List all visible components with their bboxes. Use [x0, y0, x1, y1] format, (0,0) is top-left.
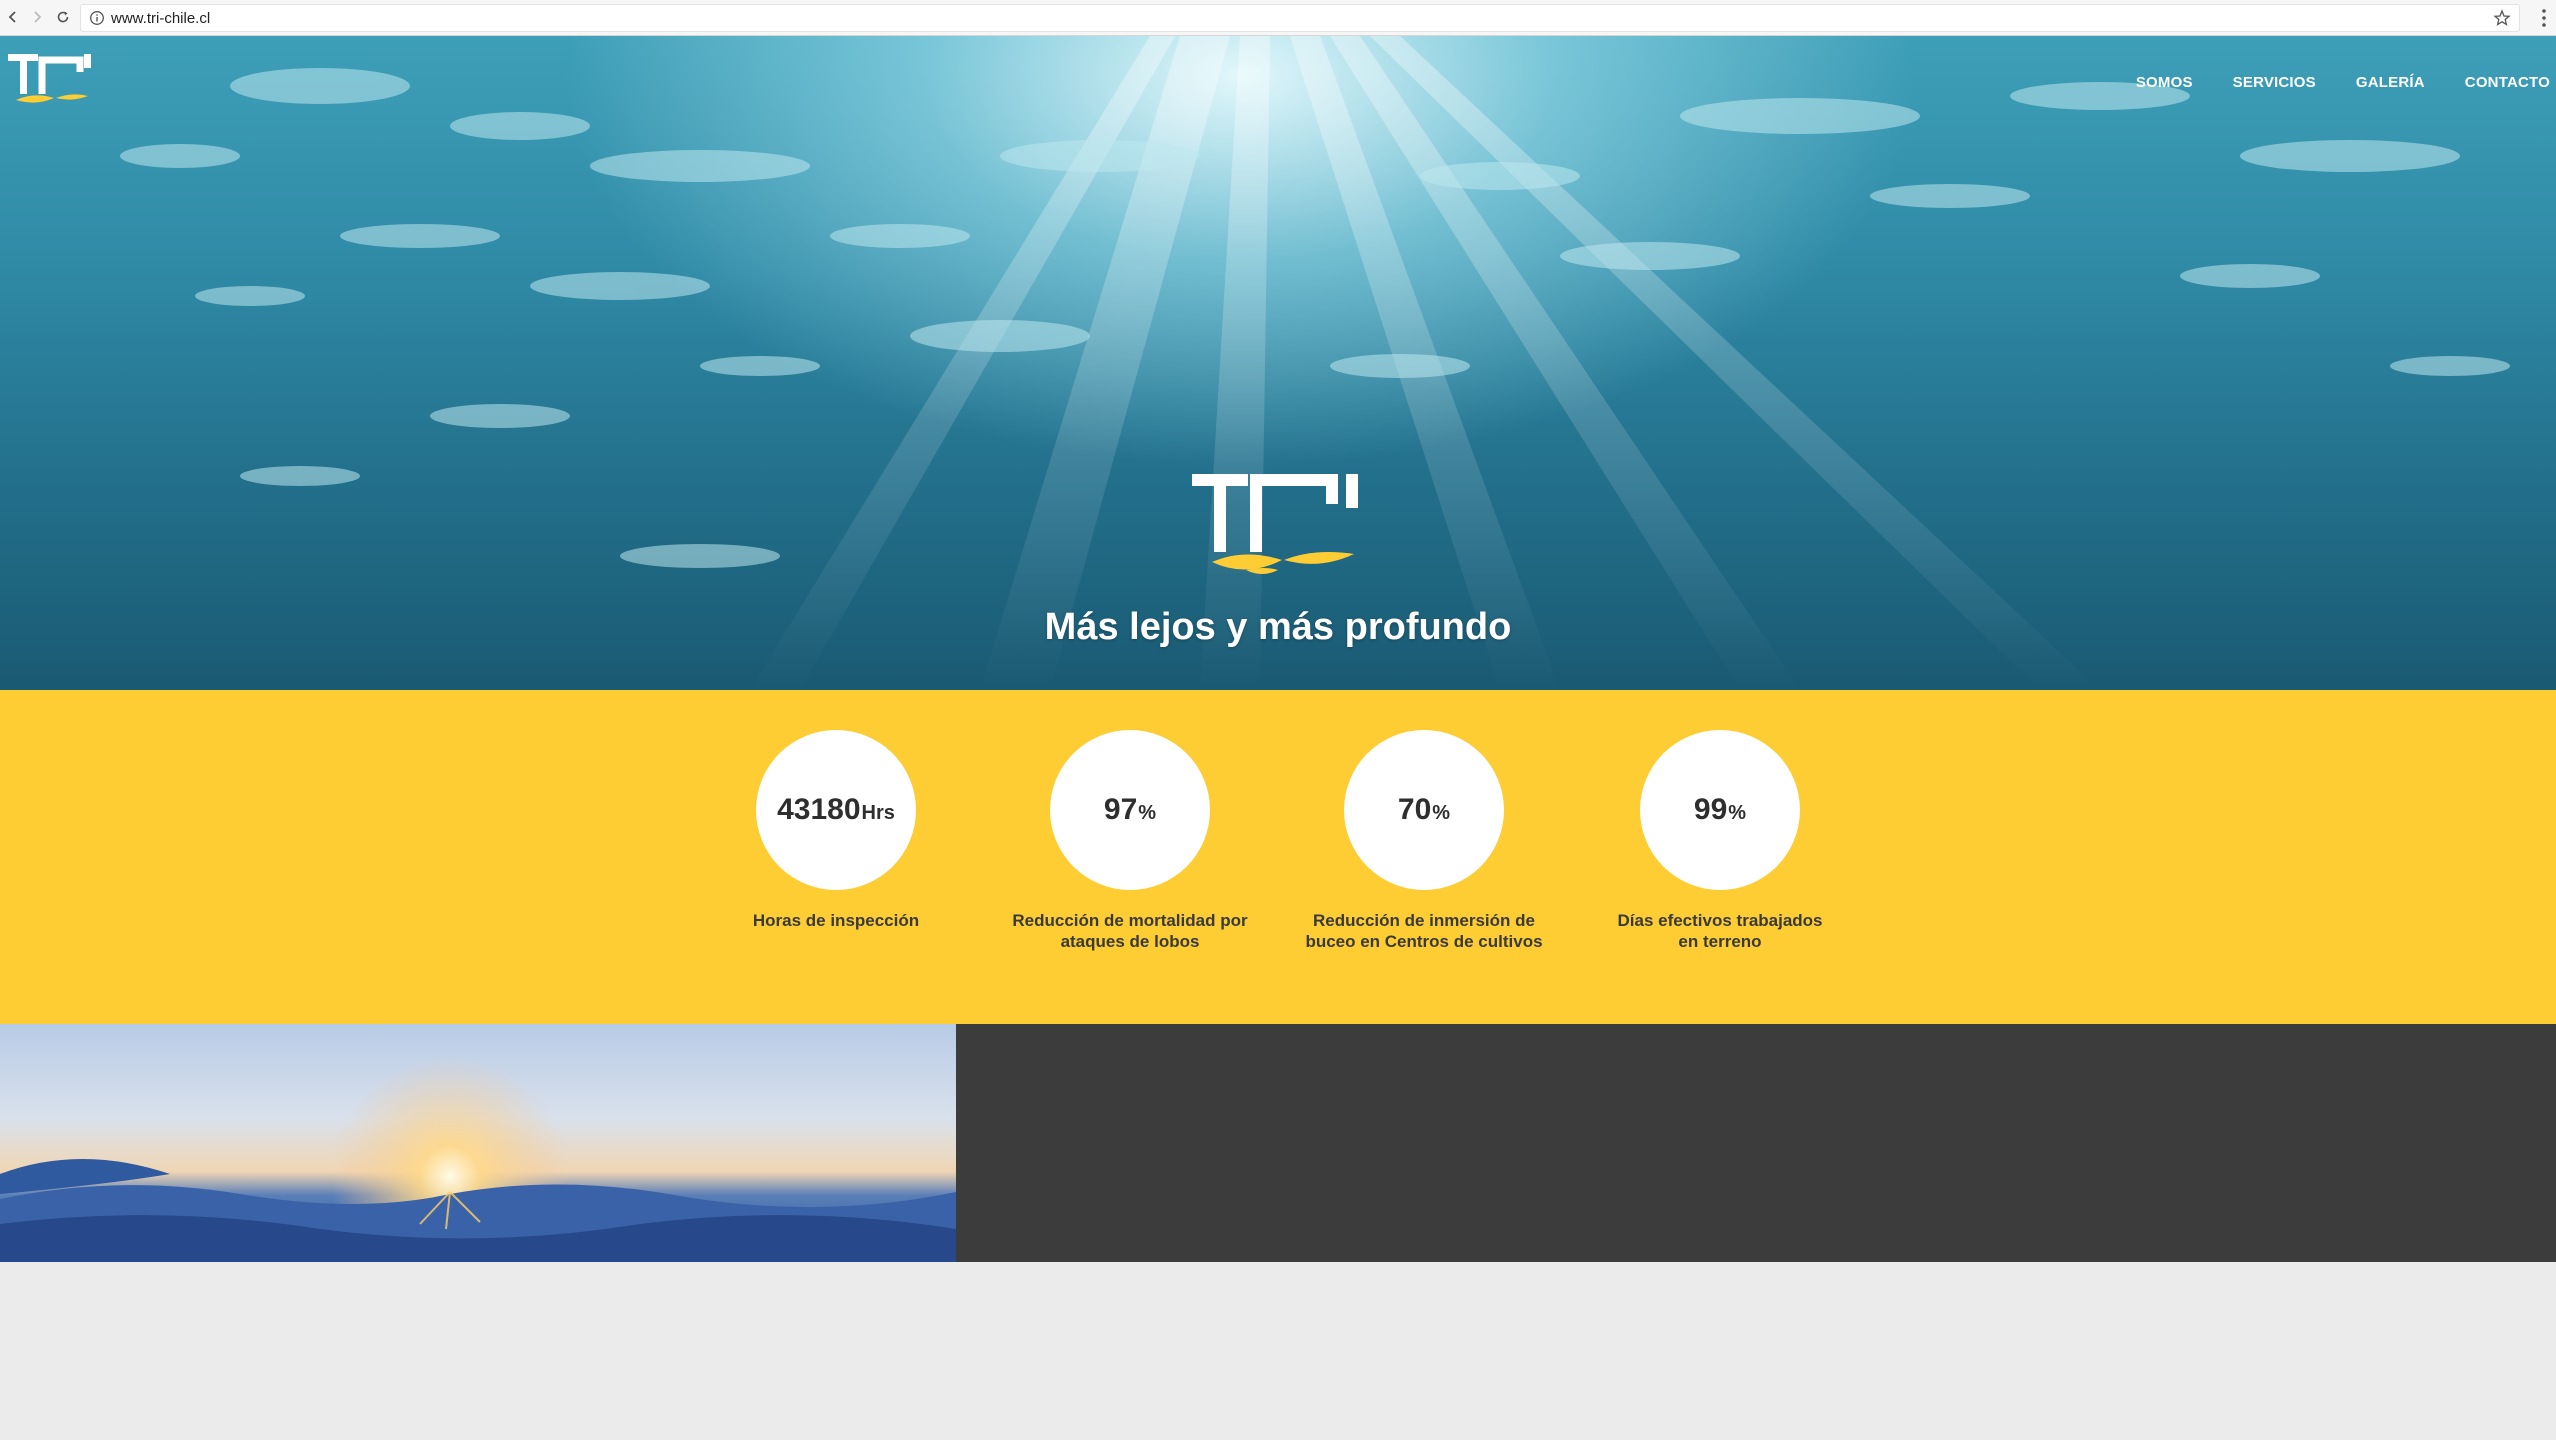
stat-circle: 70% — [1344, 730, 1504, 890]
ocean-sunset-image — [0, 1024, 956, 1262]
reload-icon[interactable] — [52, 6, 74, 28]
stat-circle: 97% — [1050, 730, 1210, 890]
star-icon[interactable] — [2493, 9, 2511, 27]
nav-galeria[interactable]: GALERÍA — [2356, 74, 2425, 91]
info-icon[interactable] — [89, 10, 105, 26]
top-navigation: SOMOS SERVICIOS GALERÍA CONTACTO — [2096, 74, 2550, 91]
stat-circle: 43180 Hrs — [756, 730, 916, 890]
nav-servicios[interactable]: SERVICIOS — [2233, 74, 2316, 91]
nav-somos[interactable]: SOMOS — [2136, 74, 2193, 91]
dark-content-panel — [956, 1024, 2556, 1262]
browser-toolbar: www.tri-chile.cl — [0, 0, 2556, 36]
stat-value: 97 — [1103, 793, 1138, 826]
stat-value: 99 — [1693, 793, 1728, 826]
hero-section: SOMOS SERVICIOS GALERÍA CONTACTO Más lej… — [0, 36, 2556, 690]
stat-item: 97% Reducción de mortalidad por ataques … — [1000, 730, 1260, 952]
stat-unit: % — [1138, 801, 1157, 824]
nav-contacto[interactable]: CONTACTO — [2465, 74, 2550, 91]
stat-value: 70 — [1397, 793, 1432, 826]
menu-icon[interactable] — [2540, 7, 2548, 29]
stat-value: 43180 — [777, 793, 861, 826]
address-bar[interactable]: www.tri-chile.cl — [80, 4, 2520, 32]
site-logo[interactable] — [6, 48, 94, 110]
forward-icon[interactable] — [26, 6, 48, 28]
stat-unit: % — [1728, 801, 1747, 824]
stat-item: 43180 Hrs Horas de inspección — [706, 730, 966, 931]
stat-unit: Hrs — [861, 801, 895, 824]
hero-logo — [1192, 474, 1358, 574]
stat-label: Reducción de inmersión de buceo en Centr… — [1305, 911, 1543, 951]
url-text[interactable]: www.tri-chile.cl — [111, 10, 210, 27]
back-icon[interactable] — [2, 6, 24, 28]
stat-item: 99% Días efectivos trabajados en terreno — [1590, 730, 1850, 952]
stats-section: 43180 Hrs Horas de inspección 97% Reducci… — [0, 690, 2556, 1024]
stat-label: Días efectivos trabajados en terreno — [1617, 911, 1823, 951]
stat-circle: 99% — [1640, 730, 1800, 890]
stat-label: Horas de inspección — [752, 911, 920, 930]
stat-unit: % — [1432, 801, 1451, 824]
underwater-background — [120, 36, 2510, 690]
hero-tagline: Más lejos y más profundo — [1044, 606, 1512, 648]
stat-label: Reducción de mortalidad por ataques de l… — [1012, 911, 1248, 951]
stat-item: 70% Reducción de inmersión de buceo en C… — [1294, 730, 1554, 952]
